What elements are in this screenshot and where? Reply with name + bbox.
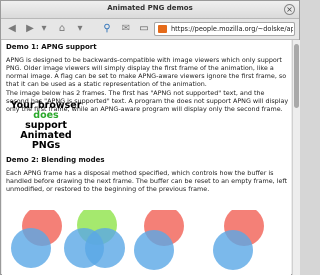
blue-circle bbox=[85, 228, 125, 268]
blue-circle bbox=[134, 230, 174, 270]
scrollbar-thumb[interactable] bbox=[294, 44, 299, 108]
close-button[interactable]: × bbox=[284, 4, 295, 15]
home-icon[interactable]: ⌂ bbox=[53, 22, 71, 36]
apng-support-image: Your browser does support Animated PNGs bbox=[6, 101, 86, 151]
blending-demo-image bbox=[11, 210, 264, 270]
blue-circle bbox=[11, 228, 51, 268]
forward-icon[interactable]: ▶ bbox=[23, 22, 37, 36]
blue-circle bbox=[213, 230, 253, 270]
history-dropdown-icon[interactable]: ▾ bbox=[39, 22, 49, 36]
window-title: Animated PNG demos bbox=[107, 4, 193, 12]
title-bar: Animated PNG demos × bbox=[1, 1, 299, 19]
url-text[interactable]: https://people.mozilla.org/~dolske/apng/… bbox=[171, 24, 293, 34]
site-identity-icon[interactable] bbox=[158, 25, 167, 33]
navigation-toolbar: ◀ ▶ ▾ ⌂ ▾ ⚲ ✉ ▭ https://people.mozilla.o… bbox=[1, 19, 299, 40]
apng-line-4: Animated PNGs bbox=[20, 130, 72, 151]
mail-icon[interactable]: ✉ bbox=[119, 22, 133, 36]
home-dropdown-icon[interactable]: ▾ bbox=[75, 22, 85, 36]
bookmark-icon[interactable]: ▭ bbox=[137, 22, 151, 36]
back-icon[interactable]: ◀ bbox=[5, 22, 19, 36]
section-title-demo2: Demo 2: Blending modes bbox=[6, 156, 105, 164]
page-content: Demo 1: APNG support APNG is designed to… bbox=[2, 40, 291, 275]
browser-window: Animated PNG demos × ◀ ▶ ▾ ⌂ ▾ ⚲ ✉ ▭ htt… bbox=[0, 0, 300, 275]
search-icon[interactable]: ⚲ bbox=[100, 22, 114, 36]
url-bar[interactable]: https://people.mozilla.org/~dolske/apng/… bbox=[154, 22, 295, 36]
paragraph-disposal-methods: Each APNG frame has a disposal method sp… bbox=[6, 169, 288, 194]
paragraph-apng-intro: APNG is designed to be backwards-compati… bbox=[6, 56, 287, 89]
section-title-demo1: Demo 1: APNG support bbox=[6, 43, 97, 51]
vertical-scrollbar[interactable] bbox=[292, 40, 300, 275]
